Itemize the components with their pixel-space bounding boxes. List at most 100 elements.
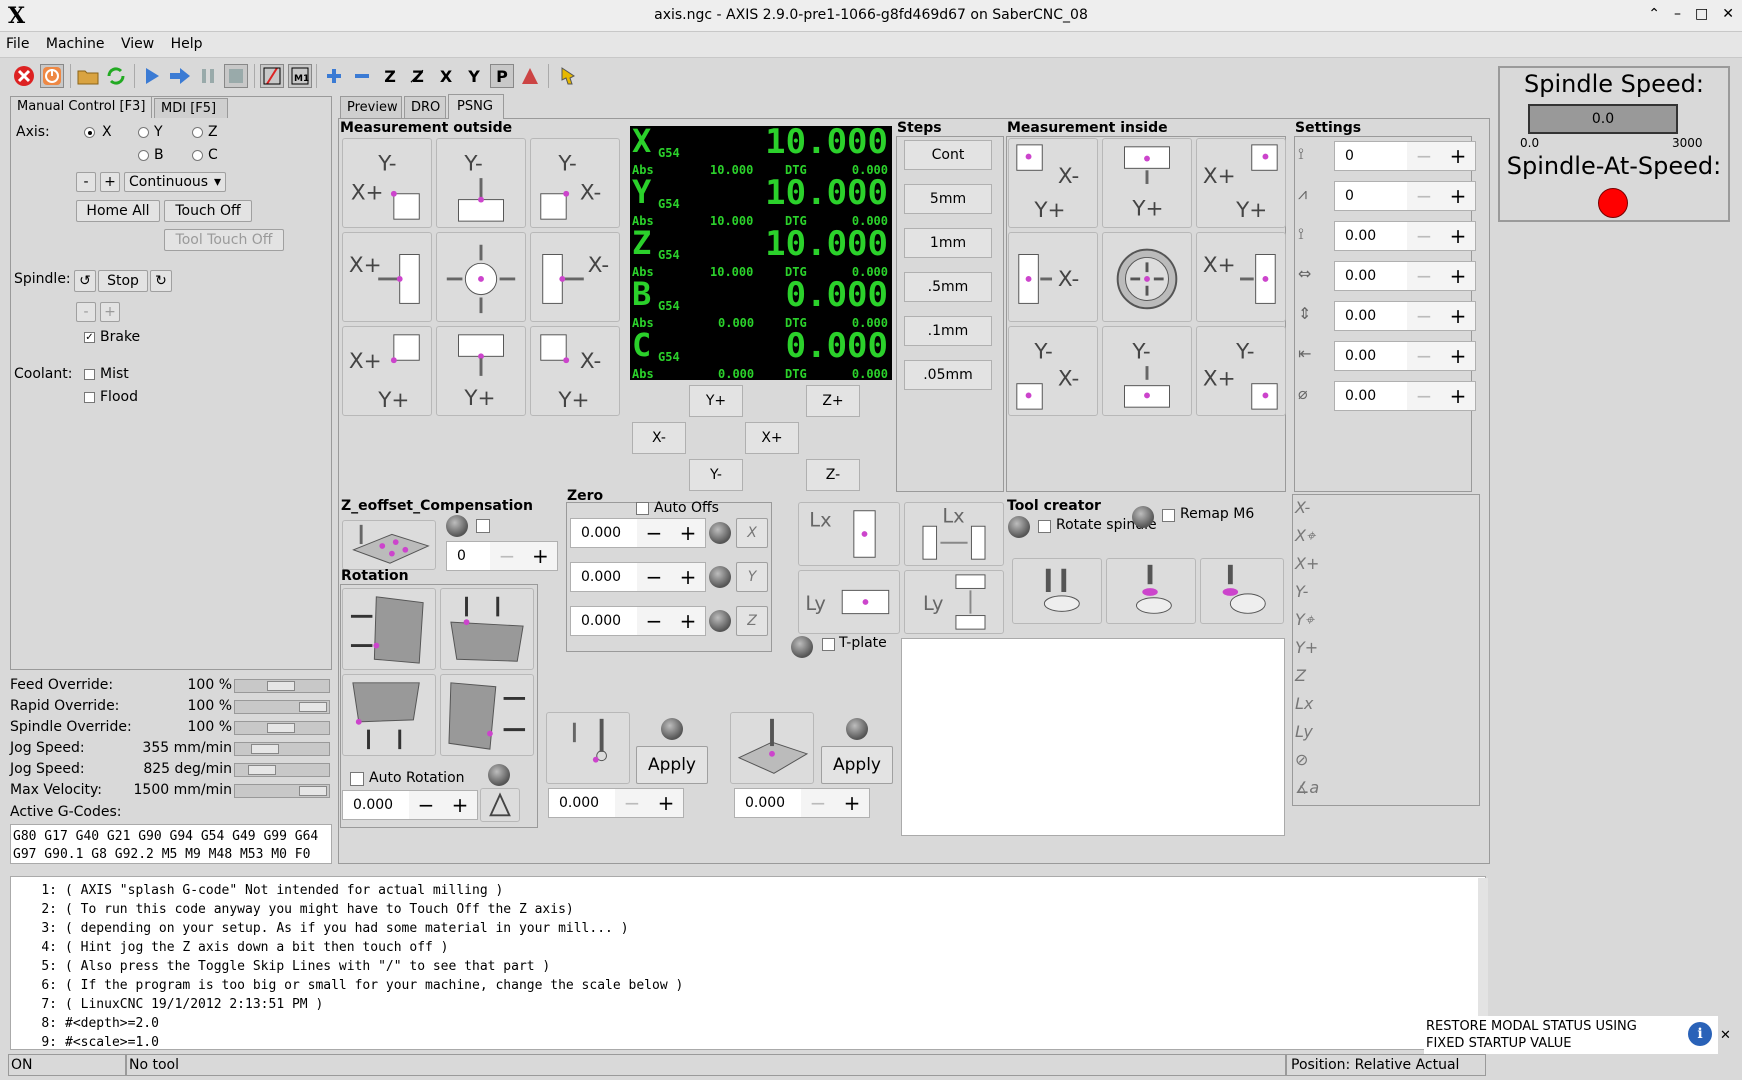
- setting-value[interactable]: 0.00: [1335, 382, 1407, 410]
- axis-radio-b[interactable]: [138, 150, 149, 161]
- rotate-spindle-checkbox[interactable]: [1038, 520, 1051, 533]
- decrement-button[interactable]: −: [615, 789, 649, 817]
- brake-checkbox[interactable]: ✓: [84, 332, 95, 343]
- run-icon[interactable]: [140, 64, 164, 88]
- probe-outside-center-button[interactable]: [436, 232, 526, 322]
- increment-button[interactable]: +: [671, 519, 705, 547]
- spindle-cw-icon[interactable]: ↻: [150, 270, 172, 292]
- measure-ly-inside-button[interactable]: Ly: [798, 570, 900, 634]
- decrement-button[interactable]: −: [1407, 342, 1441, 370]
- step-5mm-button[interactable]: 5mm: [904, 184, 992, 214]
- increment-button[interactable]: +: [1441, 342, 1475, 370]
- probe-outside-yminus-button[interactable]: Y-: [436, 138, 526, 228]
- zoom-out-icon[interactable]: [350, 64, 374, 88]
- probe-inside-yminus-button[interactable]: Y-: [1102, 326, 1192, 416]
- slider-knob[interactable]: [299, 702, 327, 712]
- view-p-icon[interactable]: P: [490, 64, 514, 88]
- tool-setter-button-1[interactable]: [1012, 558, 1102, 624]
- decrement-button[interactable]: −: [637, 519, 671, 547]
- decrement-button[interactable]: −: [1407, 182, 1441, 210]
- probe-outside-xminus-yplus-corner-button[interactable]: X- Y+: [530, 326, 620, 416]
- decrement-button[interactable]: −: [801, 789, 835, 817]
- probe-down-button[interactable]: [546, 712, 630, 784]
- increment-button[interactable]: +: [443, 791, 477, 819]
- step-icon[interactable]: [168, 64, 192, 88]
- zero-y-button[interactable]: Y: [736, 562, 768, 592]
- spindle-faster-button[interactable]: +: [100, 302, 120, 322]
- axis-radio-z[interactable]: [192, 127, 203, 138]
- increment-button[interactable]: +: [1441, 182, 1475, 210]
- decrement-button[interactable]: −: [490, 542, 524, 570]
- decrement-button[interactable]: −: [637, 607, 671, 635]
- z-eoffset-checkbox[interactable]: [476, 519, 490, 533]
- setting-spinbox[interactable]: 0.00− +: [1334, 301, 1476, 331]
- spindle-override-slider[interactable]: [234, 721, 330, 735]
- increment-button[interactable]: +: [1441, 142, 1475, 170]
- axis-radio-c[interactable]: [192, 150, 203, 161]
- menu-view[interactable]: View: [115, 32, 160, 52]
- slider-knob[interactable]: [299, 786, 327, 796]
- probe-inside-xplus-yplus-corner-button[interactable]: X+ Y+: [1196, 138, 1286, 228]
- probe-outside-xplus-yminus-corner-button[interactable]: Y- X+: [342, 138, 432, 228]
- notice-close-icon[interactable]: ✕: [1720, 1028, 1731, 1043]
- rotate-view-icon[interactable]: [518, 64, 542, 88]
- jog-minus-button[interactable]: -: [76, 172, 96, 192]
- z-eoffset-value[interactable]: 0: [447, 542, 490, 570]
- apply2-value[interactable]: 0.000: [735, 789, 801, 817]
- view-x-icon[interactable]: X: [434, 64, 458, 88]
- step-05mm-button[interactable]: .5mm: [904, 272, 992, 302]
- tab-dro[interactable]: DRO: [404, 96, 446, 118]
- apply2-spinbox[interactable]: 0.000− +: [734, 788, 870, 818]
- probe-inside-xminus-yplus-corner-button[interactable]: X- Y+: [1008, 138, 1098, 228]
- jog-speed-slider[interactable]: [234, 742, 330, 756]
- probe-inside-yplus-button[interactable]: Y+: [1102, 138, 1192, 228]
- rotation-value[interactable]: 0.000: [343, 791, 409, 819]
- tool-setter-button-3[interactable]: [1200, 558, 1284, 624]
- decrement-button[interactable]: −: [1407, 142, 1441, 170]
- rotation-yplus-edge-button[interactable]: [440, 588, 534, 670]
- rotation-xplus-edge-button[interactable]: [342, 588, 436, 670]
- home-all-button[interactable]: Home All: [76, 200, 160, 222]
- probe-outside-yplus-button[interactable]: Y+: [436, 326, 526, 416]
- z-eoffset-probe-button[interactable]: [342, 520, 436, 570]
- rotation-spinbox[interactable]: 0.000− +: [342, 790, 478, 820]
- decrement-button[interactable]: −: [1407, 382, 1441, 410]
- setting-value[interactable]: 0.00: [1335, 342, 1407, 370]
- apply1-value[interactable]: 0.000: [549, 789, 615, 817]
- pause-icon[interactable]: [196, 64, 220, 88]
- apply-button-2[interactable]: Apply: [821, 746, 893, 784]
- slider-knob[interactable]: [267, 723, 295, 733]
- increment-button[interactable]: +: [1441, 302, 1475, 330]
- tab-psng[interactable]: PSNG: [448, 94, 504, 119]
- auto-rotation-checkbox[interactable]: [350, 772, 364, 786]
- increment-button[interactable]: +: [1441, 382, 1475, 410]
- slider-knob[interactable]: [251, 744, 279, 754]
- probe-inside-center-button[interactable]: [1102, 232, 1192, 322]
- jog-plus-button[interactable]: +: [100, 172, 120, 192]
- skip-lines-icon[interactable]: [260, 64, 284, 88]
- zero-z-spinbox[interactable]: 0.000− +: [570, 606, 706, 636]
- spindle-ccw-icon[interactable]: ↺: [74, 270, 96, 292]
- decrement-button[interactable]: −: [637, 563, 671, 591]
- shade-icon[interactable]: ⌃: [1648, 6, 1660, 22]
- step-01mm-button[interactable]: .1mm: [904, 316, 992, 346]
- zero-x-value[interactable]: 0.000: [571, 519, 637, 547]
- apply1-spinbox[interactable]: 0.000− +: [548, 788, 684, 818]
- optional-stop-icon[interactable]: M1: [288, 64, 312, 88]
- axis-radio-x[interactable]: [84, 127, 95, 138]
- menu-machine[interactable]: Machine: [40, 32, 111, 52]
- zoom-in-icon[interactable]: [322, 64, 346, 88]
- probe-outside-xminus-yminus-corner-button[interactable]: Y- X-: [530, 138, 620, 228]
- rotate-axis-button[interactable]: [480, 788, 520, 822]
- increment-button[interactable]: +: [835, 789, 869, 817]
- setting-spinbox[interactable]: 0.00− +: [1334, 261, 1476, 291]
- setting-spinbox[interactable]: 0.00− +: [1334, 381, 1476, 411]
- step-005mm-button[interactable]: .05mm: [904, 360, 992, 390]
- power-icon[interactable]: [40, 64, 64, 88]
- zero-y-value[interactable]: 0.000: [571, 563, 637, 591]
- setting-value[interactable]: 0.00: [1335, 222, 1407, 250]
- measure-ly-outside-button[interactable]: Ly: [904, 570, 1004, 634]
- measure-lx-inside-button[interactable]: Lx: [798, 502, 900, 566]
- increment-button[interactable]: +: [671, 607, 705, 635]
- probe-inside-xplus-yminus-corner-button[interactable]: Y- X+: [1196, 326, 1286, 416]
